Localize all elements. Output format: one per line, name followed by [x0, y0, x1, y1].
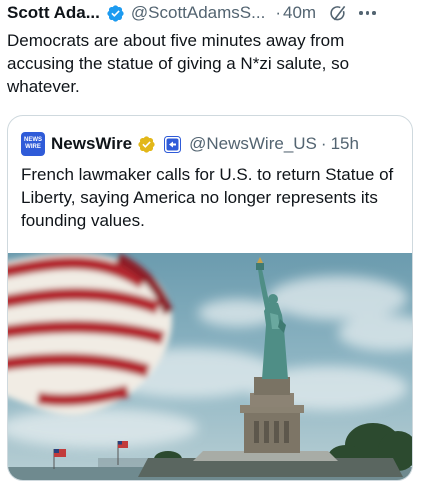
quoted-time-separator: ·: [320, 134, 327, 153]
author-handle[interactable]: @ScottAdamsS...: [131, 3, 265, 23]
affiliate-badge-icon[interactable]: [164, 135, 182, 153]
quoted-tweet-text: French lawmaker calls for U.S. to return…: [21, 165, 394, 230]
quoted-author-handle[interactable]: @NewsWire_US: [189, 134, 317, 154]
quoted-tweet-time[interactable]: 15h: [331, 134, 359, 154]
author-name[interactable]: Scott Ada...: [7, 3, 100, 23]
tweet[interactable]: Scott Ada... @ScottAdamsS... · 40m Democ…: [0, 0, 423, 491]
statue-of-liberty-photo[interactable]: [8, 253, 412, 480]
tweet-header: Scott Ada... @ScottAdamsS... · 40m: [7, 2, 417, 24]
quoted-tweet[interactable]: NEWS WIRE NewsWire @NewsWire_US · 15h Fr…: [7, 115, 413, 481]
time-separator: ·: [275, 3, 281, 22]
tweet-text: Democrats are about five minutes away fr…: [7, 31, 350, 96]
avatar-text-line2: WIRE: [25, 144, 41, 150]
quoted-author-name[interactable]: NewsWire: [51, 134, 132, 154]
gold-verified-badge-icon: [138, 135, 155, 153]
grok-icon[interactable]: [328, 4, 347, 23]
avatar-text-line1: NEWS: [24, 137, 42, 143]
more-options-icon[interactable]: [359, 4, 376, 23]
avatar[interactable]: NEWS WIRE: [21, 132, 45, 156]
quoted-tweet-header: NEWS WIRE NewsWire @NewsWire_US · 15h: [21, 132, 359, 156]
tweet-time[interactable]: 40m: [283, 3, 316, 23]
verified-badge-icon: [107, 4, 124, 22]
